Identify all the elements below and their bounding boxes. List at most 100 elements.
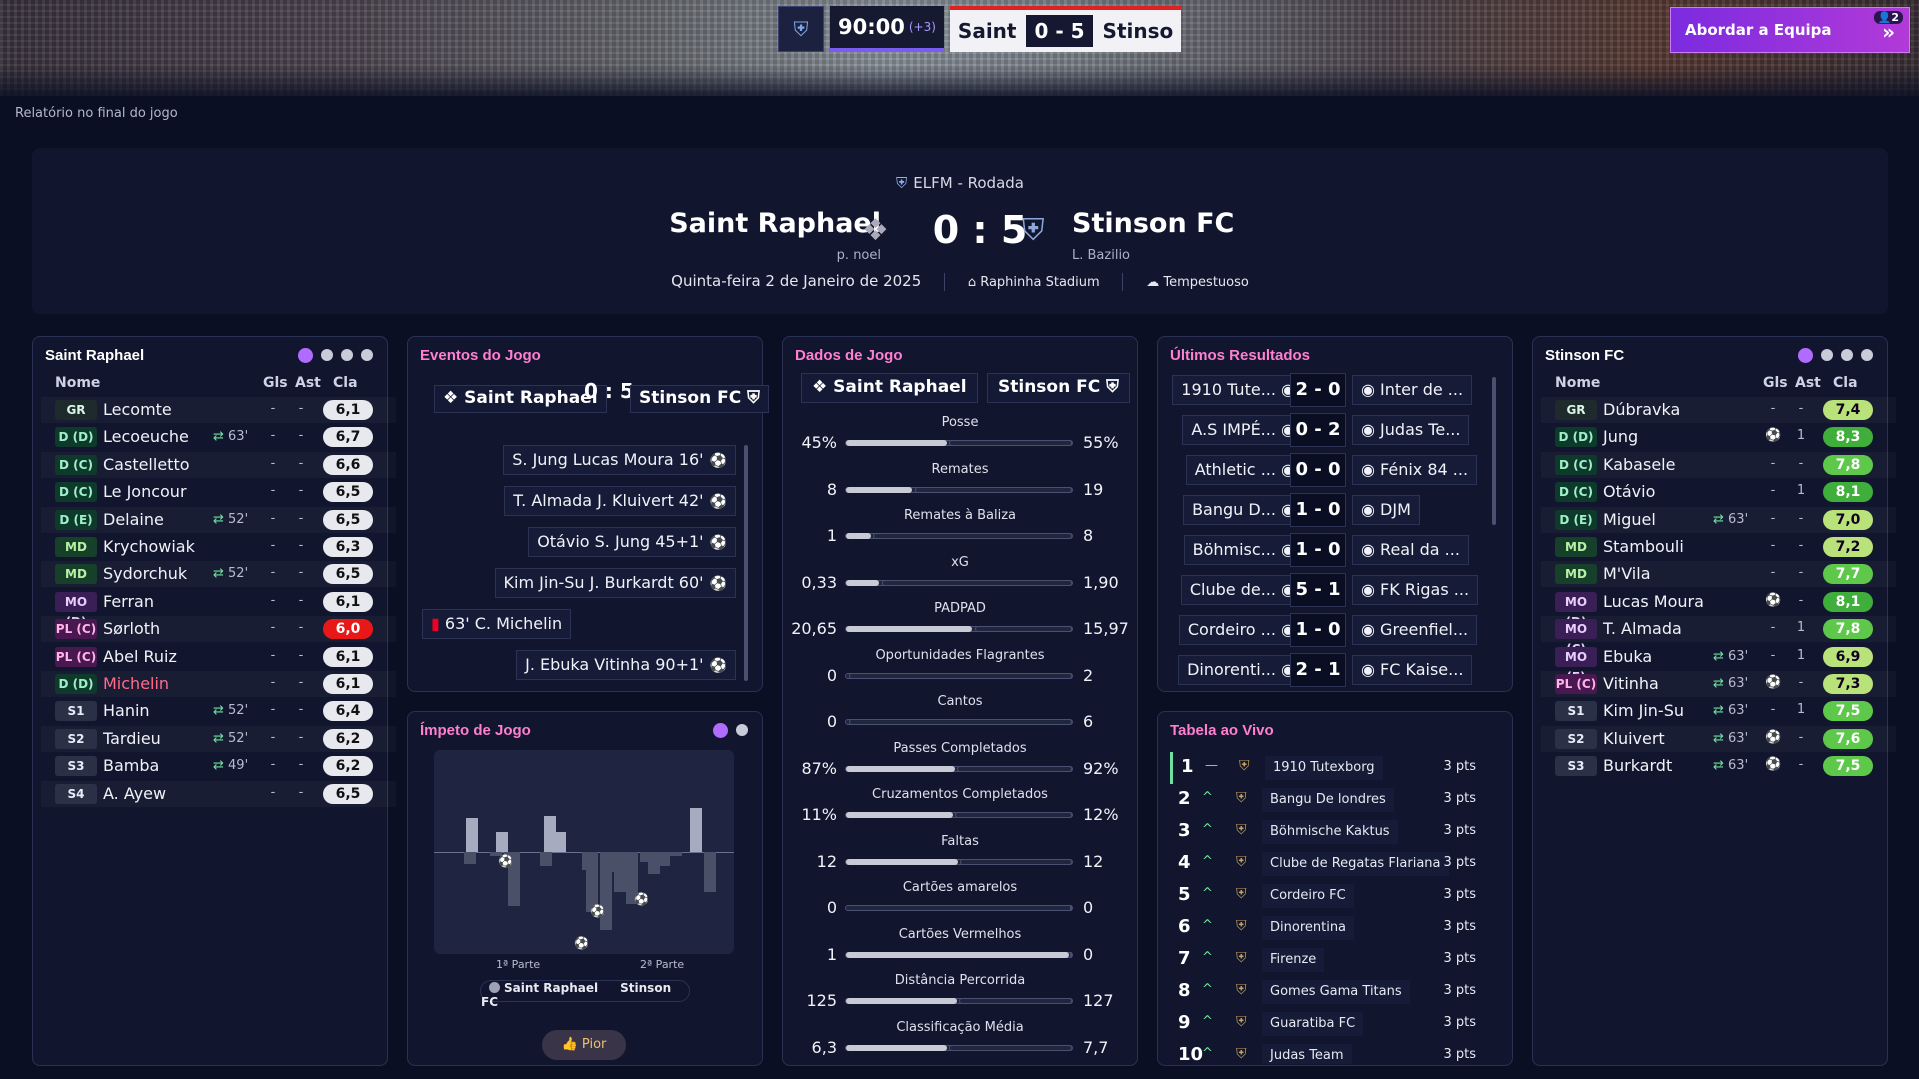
player-row[interactable]: S1 Kim Jin-Su ⇄ 63' - 1 7,5 <box>1541 698 1896 724</box>
table-row[interactable]: 10 ^ ⛨ Judas Team 3 pts <box>1170 1040 1484 1064</box>
result-row[interactable]: Cordeiro ... ◉ 1 - 0 ◉ Greenfiel... <box>1172 613 1482 647</box>
player-name[interactable]: Ferran <box>103 592 154 611</box>
table-row[interactable]: 6 ^ ⛨ Dinorentina 3 pts <box>1170 912 1484 944</box>
player-row[interactable]: PL (C) Sørloth - - 6,0 <box>41 616 396 642</box>
player-row[interactable]: MO (D) Lucas Moura ⚽- 8,1 <box>1541 589 1896 629</box>
player-name[interactable]: Lecomte <box>103 400 172 419</box>
result-row[interactable]: Dinorenti... ◉ 2 - 1 ◉ FC Kaise... <box>1172 653 1482 687</box>
table-row[interactable]: 5 ^ ⛨ Cordeiro FC 3 pts <box>1170 880 1484 912</box>
result-row[interactable]: 1910 Tute... ◉ 2 - 0 ◉ Inter de ... <box>1172 373 1482 407</box>
player-row[interactable]: D (C) Castelletto - - 6,6 <box>41 452 396 478</box>
event-item[interactable]: ▮ 63' C. Michelin <box>422 609 572 639</box>
player-name[interactable]: T. Almada <box>1603 619 1682 638</box>
player-row[interactable]: MO (C) T. Almada - 1 7,8 <box>1541 616 1896 656</box>
player-row[interactable]: MD Sydorchuk ⇄ 52' - - 6,5 <box>41 561 396 587</box>
result-row[interactable]: A.S IMPÉ... ◉ 0 - 2 ◉ Judas Te... <box>1172 413 1482 447</box>
page-dot[interactable] <box>1798 348 1813 363</box>
table-row[interactable]: 1 — ⛨ 1910 Tutexborg 3 pts <box>1170 752 1484 784</box>
player-name[interactable]: Abel Ruiz <box>103 647 177 666</box>
player-row[interactable]: S2 Kluivert ⇄ 63' ⚽ - 7,6 <box>1541 726 1896 752</box>
player-name[interactable]: Kabasele <box>1603 455 1675 474</box>
player-row[interactable]: GR Dúbravka - - 7,4 <box>1541 397 1896 423</box>
player-name[interactable]: A. Ayew <box>103 784 166 803</box>
result-row[interactable]: Clube de... ◉ 5 - 1 ◉ FK Rigas ... <box>1172 573 1482 607</box>
player-name[interactable]: Otávio <box>1603 482 1655 501</box>
page-dot[interactable] <box>736 724 748 736</box>
table-row[interactable]: 4 ^ ⛨ Clube de Regatas Flariana 3 pts <box>1170 848 1484 880</box>
player-row[interactable]: D (D) Lecoeuche ⇄ 63' - - 6,7 <box>41 424 396 450</box>
player-row[interactable]: MD Stambouli - - 7,2 <box>1541 534 1896 560</box>
stat-bar-away <box>960 858 1072 865</box>
player-name[interactable]: Lecoeuche <box>103 427 189 446</box>
player-row[interactable]: S4 A. Ayew - - 6,5 <box>41 781 396 807</box>
page-dot[interactable] <box>713 723 728 738</box>
player-row[interactable]: PL (C) Abel Ruiz - - 6,1 <box>41 644 396 670</box>
table-row[interactable]: 8 ^ ⛨ Gomes Gama Titans 3 pts <box>1170 976 1484 1008</box>
player-name[interactable]: Michelin <box>103 674 169 693</box>
player-row[interactable]: S2 Tardieu ⇄ 52' - - 6,2 <box>41 726 396 752</box>
player-row[interactable]: PL (C) Vitinha ⇄ 63' ⚽ - 7,3 <box>1541 671 1896 697</box>
player-row[interactable]: D (C) Otávio - 1 8,1 <box>1541 479 1896 505</box>
player-name[interactable]: Sørloth <box>103 619 160 638</box>
table-row[interactable]: 2 ^ ⛨ Bangu De londres 3 pts <box>1170 784 1484 816</box>
player-row[interactable]: MO (E) Ebuka ⇄ 63' - 1 6,9 <box>1541 644 1896 684</box>
table-row[interactable]: 3 ^ ⛨ Böhmische Kaktus 3 pts <box>1170 816 1484 848</box>
player-row[interactable]: D (C) Le Joncour - - 6,5 <box>41 479 396 505</box>
event-item[interactable]: Kim Jin-Su J. Burkardt 60' ⚽ <box>494 568 736 598</box>
page-dot[interactable] <box>321 349 333 361</box>
player-row[interactable]: S1 Hanin ⇄ 52' - - 6,4 <box>41 698 396 724</box>
events-scrollbar[interactable] <box>744 445 748 681</box>
player-row[interactable]: MD Krychowiak - - 6,3 <box>41 534 396 560</box>
player-row[interactable]: D (D) Michelin - - 6,1 <box>41 671 396 697</box>
page-dot[interactable] <box>298 348 313 363</box>
player-name[interactable]: Lucas Moura <box>1603 592 1704 611</box>
result-row[interactable]: Bangu D... ◉ 1 - 0 ◉ DJM <box>1172 493 1482 527</box>
player-name[interactable]: Delaine <box>103 510 164 529</box>
player-row[interactable]: S3 Burkardt ⇄ 63' ⚽ - 7,5 <box>1541 753 1896 779</box>
player-name[interactable]: Jung <box>1603 427 1638 446</box>
player-name[interactable]: Tardieu <box>103 729 161 748</box>
event-item[interactable]: T. Almada J. Kluivert 42' ⚽ <box>504 486 736 516</box>
result-row[interactable]: Böhmisc... ◉ 1 - 0 ◉ Real da ... <box>1172 533 1482 567</box>
event-item[interactable]: S. Jung Lucas Moura 16' ⚽ <box>503 445 736 475</box>
player-row[interactable]: D (D) Jung ⚽ 1 8,3 <box>1541 424 1896 450</box>
player-name[interactable]: M'Vila <box>1603 564 1651 583</box>
page-dot[interactable] <box>1861 349 1873 361</box>
player-name[interactable]: Krychowiak <box>103 537 195 556</box>
result-row[interactable]: Athletic ... ◉ 0 - 0 ◉ Fénix 84 ... <box>1172 453 1482 487</box>
player-row[interactable]: MD M'Vila - - 7,7 <box>1541 561 1896 587</box>
page-dot[interactable] <box>341 349 353 361</box>
player-name[interactable]: Castelletto <box>103 455 190 474</box>
table-row[interactable]: 9 ^ ⛨ Guaratiba FC 3 pts <box>1170 1008 1484 1040</box>
player-name[interactable]: Burkardt <box>1603 756 1672 775</box>
worst-button[interactable]: 👍 Pior <box>542 1030 626 1060</box>
player-name[interactable]: Stambouli <box>1603 537 1684 556</box>
player-name[interactable]: Kim Jin-Su <box>1603 701 1684 720</box>
player-name[interactable]: Le Joncour <box>103 482 187 501</box>
player-name[interactable]: Kluivert <box>1603 729 1665 748</box>
player-name[interactable]: Miguel <box>1603 510 1656 529</box>
player-row[interactable]: S3 Bamba ⇄ 49' - - 6,2 <box>41 753 396 779</box>
player-name[interactable]: Bamba <box>103 756 159 775</box>
away-team-name[interactable]: Stinson FC <box>1072 208 1234 239</box>
approach-team-button[interactable]: Abordar a Equipa 👤2 » <box>1670 7 1910 53</box>
home-team-name[interactable]: Saint Raphael <box>669 208 881 239</box>
event-item[interactable]: J. Ebuka Vitinha 90+1' ⚽ <box>516 650 736 680</box>
player-name[interactable]: Vitinha <box>1603 674 1659 693</box>
table-row[interactable]: 7 ^ ⛨ Firenze 3 pts <box>1170 944 1484 976</box>
player-name[interactable]: Hanin <box>103 701 150 720</box>
result-score: 1 - 0 <box>1290 533 1346 567</box>
player-name[interactable]: Dúbravka <box>1603 400 1680 419</box>
page-dot[interactable] <box>1821 349 1833 361</box>
player-row[interactable]: D (E) Miguel ⇄ 63' - - 7,0 <box>1541 507 1896 533</box>
page-dot[interactable] <box>361 349 373 361</box>
player-row[interactable]: GR Lecomte - - 6,1 <box>41 397 396 423</box>
player-name[interactable]: Ebuka <box>1603 647 1652 666</box>
player-row[interactable]: MO (D) Ferran - - 6,1 <box>41 589 396 629</box>
player-row[interactable]: D (E) Delaine ⇄ 52' - - 6,5 <box>41 507 396 533</box>
results-scrollbar[interactable] <box>1492 377 1496 525</box>
page-dot[interactable] <box>1841 349 1853 361</box>
player-name[interactable]: Sydorchuk <box>103 564 187 583</box>
event-item[interactable]: Otávio S. Jung 45+1' ⚽ <box>528 527 736 557</box>
player-row[interactable]: D (C) Kabasele - - 7,8 <box>1541 452 1896 478</box>
